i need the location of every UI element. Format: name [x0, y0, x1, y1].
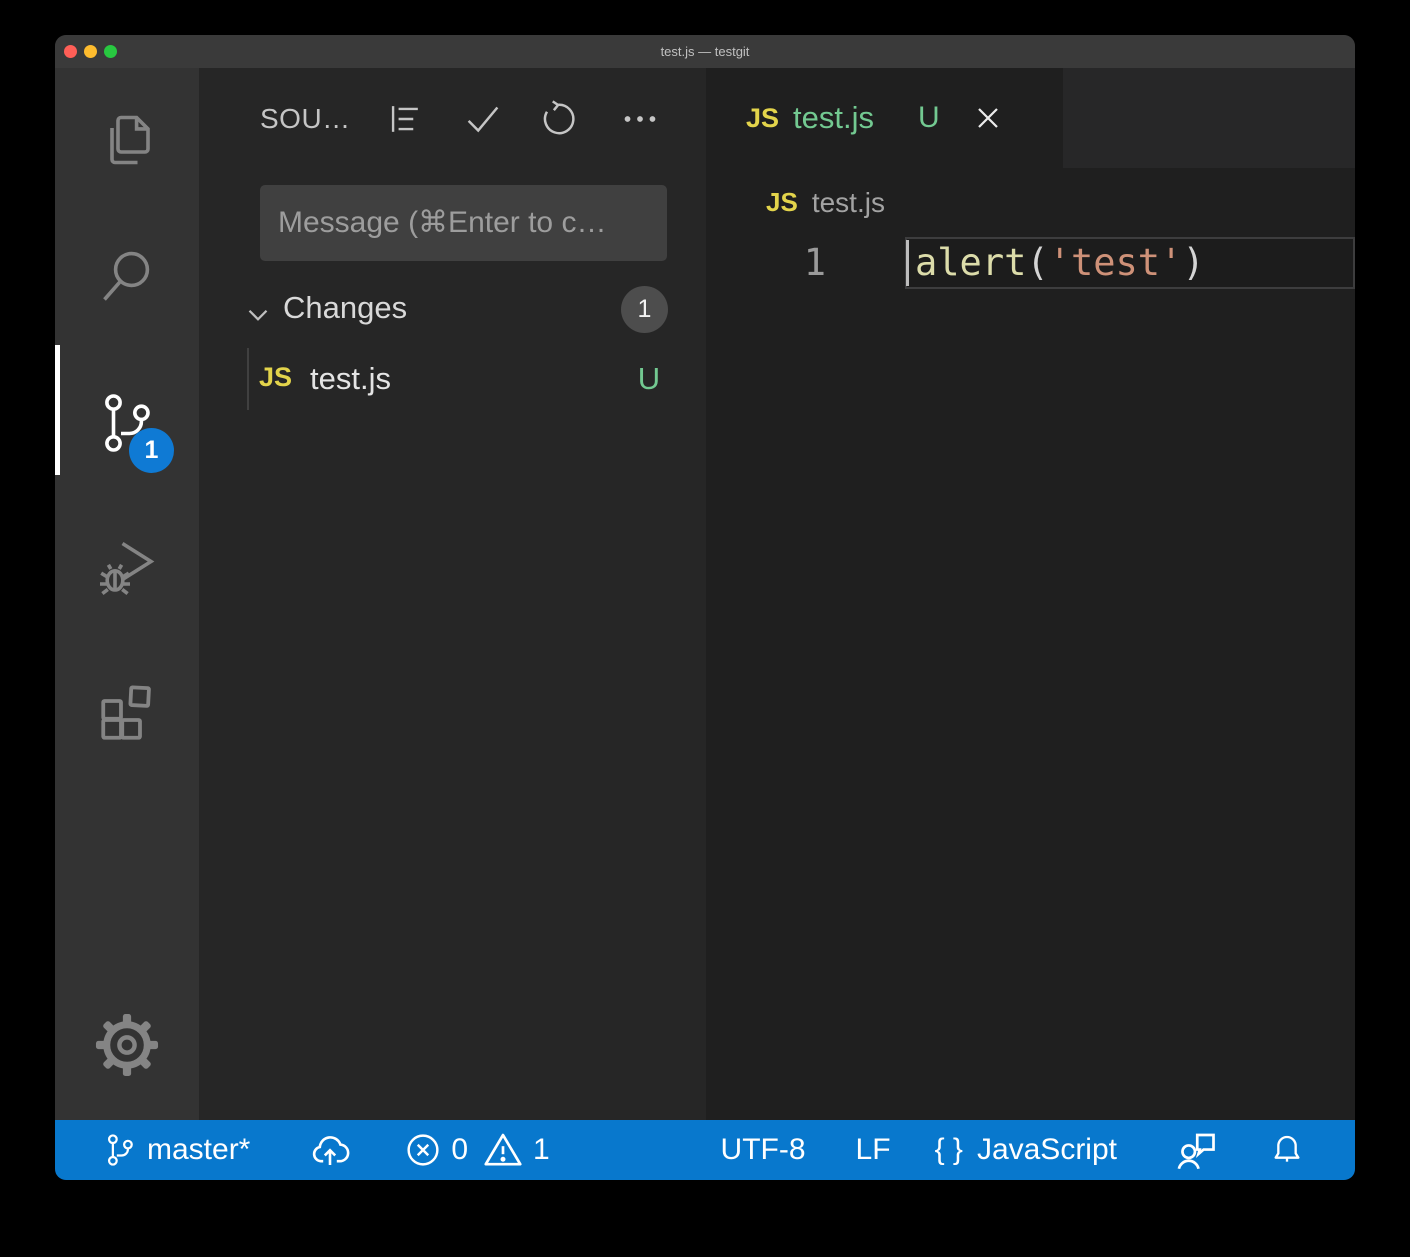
code-text: alert('test') [915, 241, 1205, 284]
maximize-traffic-light[interactable] [104, 45, 117, 58]
branch-status-item[interactable]: master* [101, 1131, 250, 1169]
language-status-item[interactable]: { } JavaScript [935, 1133, 1117, 1167]
files-icon [91, 104, 163, 176]
close-traffic-light[interactable] [64, 45, 77, 58]
sidebar-title: SOU… [260, 101, 351, 137]
source-control-badge: 1 [129, 428, 174, 473]
more-actions-button[interactable] [616, 95, 664, 143]
source-control-sidebar: SOU… [199, 68, 706, 1120]
file-name: test.js [310, 361, 391, 397]
encoding-status-item[interactable]: UTF-8 [721, 1133, 806, 1167]
commit-message-input[interactable] [260, 185, 667, 261]
commit-button[interactable] [459, 95, 507, 143]
close-icon[interactable] [970, 100, 1006, 136]
feedback-person-icon [1171, 1125, 1221, 1175]
run-debug-icon [91, 530, 163, 602]
activity-bar: 1 [55, 68, 199, 1120]
tab-testjs[interactable]: JS test.js U [706, 68, 1063, 168]
breadcrumb-file: test.js [812, 187, 885, 219]
cloud-upload-icon [306, 1126, 354, 1174]
extensions-icon [89, 670, 165, 746]
line-number: 1 [746, 241, 826, 284]
tab-bar: JS test.js U [706, 68, 1355, 168]
tab-git-status: U [918, 101, 940, 135]
notifications-status-item[interactable] [1267, 1130, 1307, 1170]
breadcrumb[interactable]: JS test.js [706, 168, 1355, 237]
status-bar: master* 0 1 UTF-8 LF { } [55, 1120, 1355, 1180]
changes-label: Changes [283, 290, 407, 326]
gear-icon [89, 1007, 165, 1083]
chevron-down-icon [241, 298, 275, 332]
minimize-traffic-light[interactable] [84, 45, 97, 58]
code-line-1[interactable]: 1 alert('test') [706, 237, 1355, 289]
check-icon [460, 96, 506, 142]
javascript-file-icon: JS [746, 103, 779, 134]
sidebar-item-source-control[interactable] [55, 368, 199, 478]
text-cursor [906, 240, 909, 286]
eol-status-item[interactable]: LF [856, 1133, 891, 1167]
git-branch-icon [101, 1131, 139, 1169]
sidebar-item-search[interactable] [55, 222, 199, 332]
feedback-status-item[interactable] [1171, 1125, 1221, 1175]
editor-group[interactable]: JS test.js U JS test.js 1 alert('test') [706, 68, 1355, 1120]
sidebar-item-settings[interactable] [55, 990, 199, 1100]
javascript-file-icon: JS [766, 187, 798, 218]
search-icon [91, 241, 163, 313]
changes-count-badge: 1 [621, 286, 668, 333]
error-count: 0 [451, 1133, 468, 1167]
window-title: test.js — testgit [661, 44, 750, 59]
braces-icon: { } [935, 1133, 963, 1167]
sidebar-item-extensions[interactable] [55, 653, 199, 763]
branch-name: master* [147, 1133, 250, 1167]
view-as-tree-button[interactable] [381, 95, 429, 143]
title-bar: test.js — testgit [55, 35, 1355, 68]
sidebar-item-run-debug[interactable] [55, 511, 199, 621]
problems-status-item[interactable]: 0 1 [402, 1127, 549, 1173]
changed-file-row[interactable]: JS test.js U [199, 348, 706, 410]
tab-label: test.js [793, 100, 874, 136]
changes-section-header[interactable]: Changes 1 [199, 284, 706, 342]
language-label: JavaScript [977, 1133, 1117, 1167]
warning-count: 1 [533, 1133, 550, 1167]
sync-changes-item[interactable] [306, 1126, 354, 1174]
error-icon [402, 1129, 444, 1171]
refresh-icon [537, 96, 583, 142]
bell-icon [1267, 1130, 1307, 1170]
refresh-button[interactable] [536, 95, 584, 143]
git-status-untracked: U [633, 361, 665, 397]
indent-guide [247, 348, 249, 410]
list-tree-icon [383, 97, 427, 141]
javascript-file-icon: JS [259, 362, 292, 393]
warning-icon [480, 1127, 526, 1173]
sidebar-item-explorer[interactable] [55, 85, 199, 195]
vscode-window: test.js — testgit [55, 35, 1355, 1180]
ellipsis-icon [617, 96, 663, 142]
